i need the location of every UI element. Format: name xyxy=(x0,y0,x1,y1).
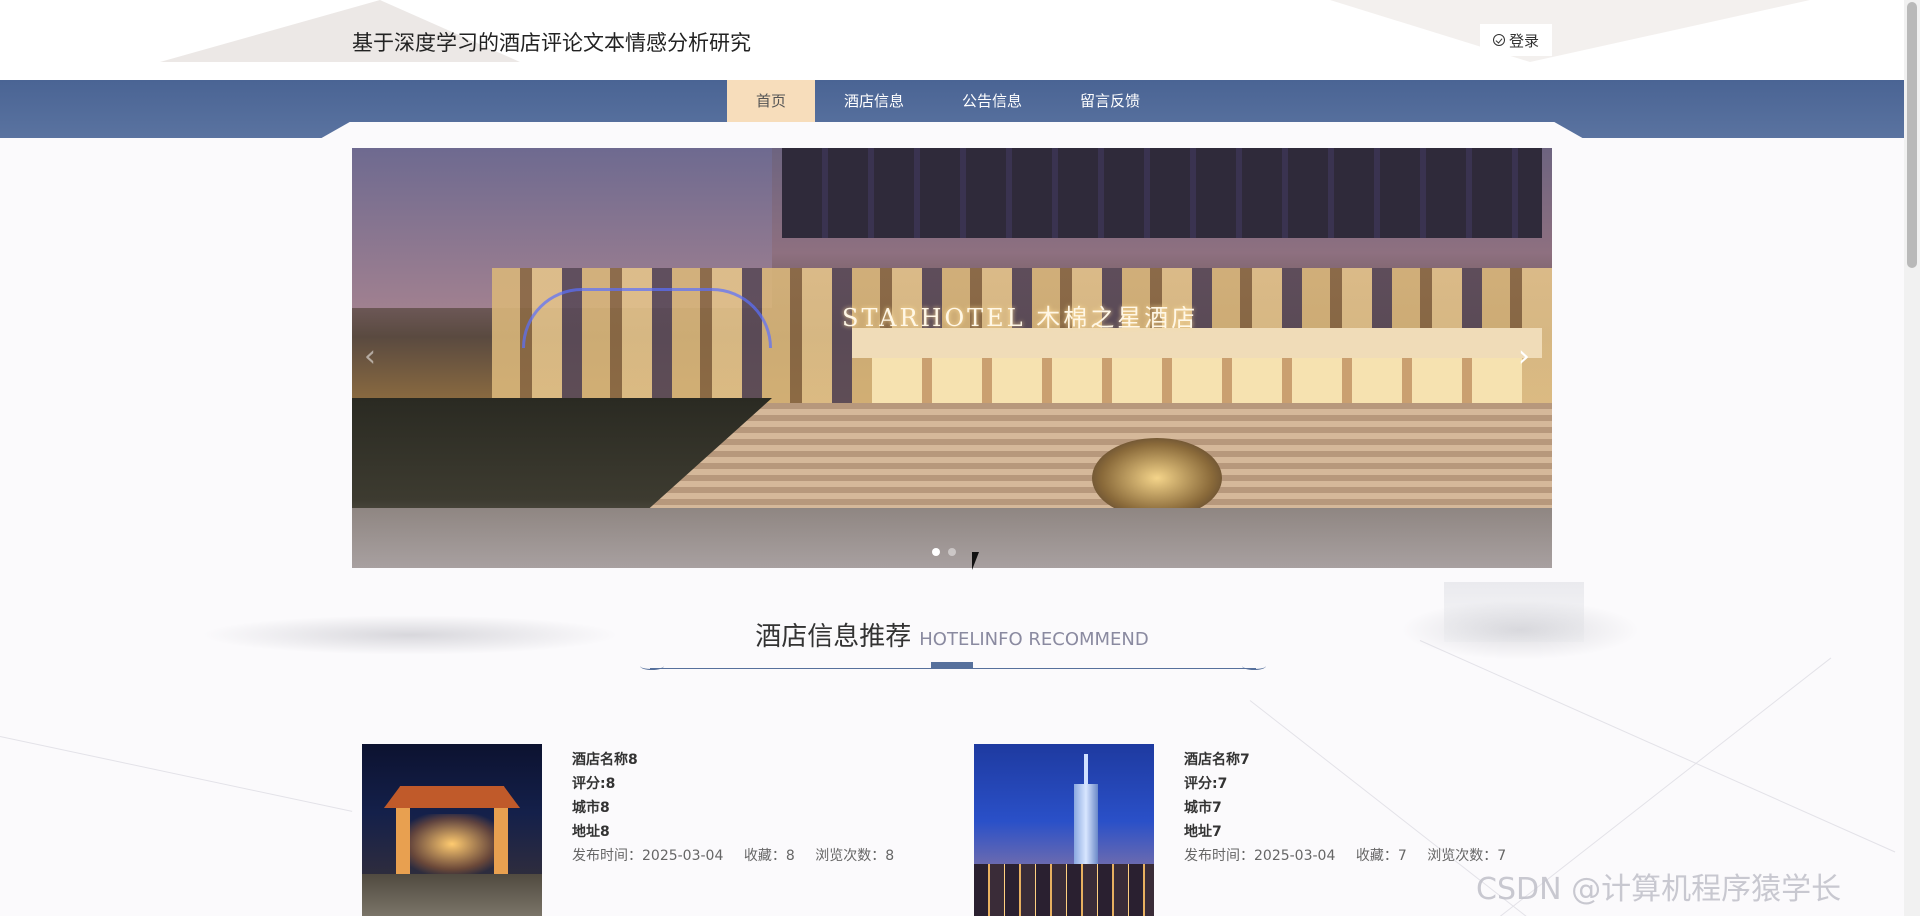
hotel-name[interactable]: 酒店名称8 xyxy=(572,748,910,772)
nav-item-announcements[interactable]: 公告信息 xyxy=(933,80,1051,122)
page-scrollbar[interactable] xyxy=(1904,0,1920,916)
carousel-dots xyxy=(932,548,956,556)
image-gate-roof xyxy=(384,786,520,808)
publish-time: 发布时间：2025-03-04 xyxy=(1184,848,1336,864)
image-city xyxy=(974,864,1154,916)
image-glow xyxy=(402,814,502,874)
banner-carousel[interactable]: STARHOTEL 木棉之星酒店 ‹ › xyxy=(352,148,1552,568)
carousel-dot-2[interactable] xyxy=(948,548,956,556)
favorites-count: 收藏：7 xyxy=(1355,848,1407,864)
divider-flourish-left xyxy=(640,662,664,670)
nav-menu: 首页 酒店信息 公告信息 留言反馈 xyxy=(727,80,1169,122)
prev-arrow-icon[interactable]: ‹ xyxy=(364,342,386,372)
hotel-name[interactable]: 酒店名称7 xyxy=(1184,748,1522,772)
hotel-address: 地址8 xyxy=(572,824,610,840)
hotel-address: 地址7 xyxy=(1184,824,1222,840)
login-label: 登录 xyxy=(1508,31,1539,50)
watermark: CSDN @计算机程序猿学长 xyxy=(1476,872,1842,907)
banner-hotel-sign: STARHOTEL 木棉之星酒店 xyxy=(842,304,1199,332)
login-button[interactable]: 登录 xyxy=(1480,24,1552,56)
hotel-meta: 发布时间：2025-03-04 收藏：8 浏览次数：8 xyxy=(572,844,910,868)
hotel-city: 城市8 xyxy=(572,800,610,816)
image-gate-pillar xyxy=(396,808,410,878)
hotel-card[interactable]: 酒店名称8 评分:8 城市8 地址8 发布时间：2025-03-04 收藏：8 … xyxy=(362,744,962,916)
nav-item-home[interactable]: 首页 xyxy=(727,80,816,122)
banner-arch-lights xyxy=(522,288,772,348)
banner-plaza xyxy=(352,508,1552,568)
divider-flourish-right xyxy=(1242,662,1266,670)
views-count: 浏览次数：7 xyxy=(1427,848,1507,864)
publish-time: 发布时间：2025-03-04 xyxy=(572,848,724,864)
image-gate-pillar xyxy=(494,808,508,878)
section-title: 酒店信息推荐 HOTELINFO RECOMMEND xyxy=(0,616,1904,653)
hotel-meta: 发布时间：2025-03-04 收藏：7 浏览次数：7 xyxy=(1184,844,1522,868)
banner-entrance xyxy=(872,358,1522,403)
hotel-rating: 评分:7 xyxy=(1184,776,1228,792)
divider-accent xyxy=(931,662,973,669)
banner-fountain xyxy=(1092,438,1222,518)
hotel-image[interactable] xyxy=(974,744,1154,916)
image-ground xyxy=(362,874,542,916)
hotel-city: 城市7 xyxy=(1184,800,1222,816)
nav-item-feedback[interactable]: 留言反馈 xyxy=(1051,80,1169,122)
views-count: 浏览次数：8 xyxy=(815,848,895,864)
hotel-rating: 评分:8 xyxy=(572,776,616,792)
check-circle-icon xyxy=(1492,34,1505,46)
section-title-en: HOTELINFO RECOMMEND xyxy=(919,629,1149,650)
decor-line xyxy=(0,736,353,812)
hotel-image[interactable] xyxy=(362,744,542,916)
section-title-cn: 酒店信息推荐 xyxy=(755,622,912,652)
site-title: 基于深度学习的酒店评论文本情感分析研究 xyxy=(352,31,751,55)
banner-tower xyxy=(782,148,1542,238)
mouse-cursor-icon xyxy=(972,552,979,570)
carousel-dot-1[interactable] xyxy=(932,548,940,556)
hotel-info: 酒店名称8 评分:8 城市8 地址8 发布时间：2025-03-04 收藏：8 … xyxy=(572,748,910,868)
nav-bar-bevel xyxy=(318,122,1586,140)
hotel-info: 酒店名称7 评分:7 城市7 地址7 发布时间：2025-03-04 收藏：7 … xyxy=(1184,748,1522,868)
next-arrow-icon[interactable]: › xyxy=(1518,342,1540,372)
favorites-count: 收藏：8 xyxy=(743,848,795,864)
scrollbar-thumb[interactable] xyxy=(1907,2,1917,268)
nav-item-hotel-info[interactable]: 酒店信息 xyxy=(815,80,933,122)
decor-triangle-right xyxy=(1330,0,1810,62)
